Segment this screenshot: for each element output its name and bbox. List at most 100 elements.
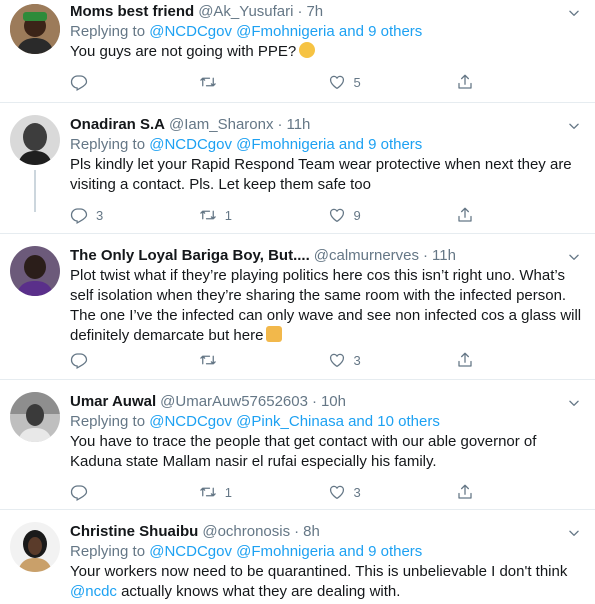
separator: · [311, 393, 317, 410]
author-handle[interactable]: @UmarAuw57652603 [160, 392, 308, 412]
share-icon [456, 351, 474, 369]
avatar[interactable] [10, 4, 60, 54]
reply-prefix: Replying to [70, 23, 146, 40]
mention-link[interactable]: @ncdc [70, 583, 117, 600]
like-icon [328, 73, 346, 91]
reply-context: Replying to @NCDCgov @Fmohnigeria and 9 … [70, 135, 585, 155]
share-button[interactable] [456, 483, 585, 501]
tweet-text-line: Your workers now need to be quarantined.… [70, 563, 568, 580]
others-link[interactable]: and 10 others [348, 413, 440, 430]
share-icon [456, 206, 474, 224]
tweet[interactable]: Onadiran S.A @Iam_Sharonx · 11h Replying… [0, 103, 595, 234]
reply-icon [70, 73, 88, 91]
reply-button[interactable]: 3 [70, 206, 199, 224]
tweet-text-line: Kaduna state Mallam nasir el rufai espec… [70, 453, 437, 470]
timestamp[interactable]: 11h [432, 246, 456, 266]
tweet-text: Your workers now need to be quarantined.… [70, 562, 585, 602]
retweet-icon [199, 483, 217, 501]
others-link[interactable]: and 9 others [339, 136, 422, 153]
like-icon [328, 483, 346, 501]
tweet-text-line: Pls kindly let your Rapid Respond Team w… [70, 156, 572, 173]
like-button[interactable]: 5 [328, 73, 457, 91]
reply-context: Replying to @NCDCgov @Fmohnigeria and 9 … [70, 542, 585, 562]
tweet-timeline: Moms best friend @Ak_Yusufari · 7h Reply… [0, 0, 595, 604]
like-count: 3 [353, 484, 361, 500]
tweet[interactable]: Christine Shuaibu @ochronosis · 8h Reply… [0, 510, 595, 604]
like-button[interactable]: 3 [328, 351, 457, 369]
tweet-actions: 3 [70, 350, 585, 370]
chevron-down-icon[interactable] [567, 396, 581, 410]
timestamp[interactable]: 10h [321, 392, 346, 412]
like-count: 9 [353, 207, 361, 223]
reply-prefix: Replying to [70, 136, 146, 153]
retweet-button[interactable]: 1 [199, 483, 328, 501]
retweet-icon [199, 351, 217, 369]
author-name[interactable]: Onadiran S.A [70, 115, 165, 135]
author-handle[interactable]: @calmurnerves [314, 246, 419, 266]
timestamp[interactable]: 7h [306, 2, 323, 22]
like-count: 5 [353, 74, 361, 90]
share-icon [456, 483, 474, 501]
timestamp[interactable]: 11h [286, 115, 310, 135]
tweet[interactable]: The Only Loyal Bariga Boy, But.... @calm… [0, 234, 595, 380]
tweet[interactable]: Umar Auwal @UmarAuw57652603 · 10h Replyi… [0, 380, 595, 510]
tweet-text: You guys are not going with PPE? [70, 42, 585, 62]
author-name[interactable]: The Only Loyal Bariga Boy, But.... [70, 246, 310, 266]
reply-icon [70, 351, 88, 369]
reply-button[interactable] [70, 483, 199, 501]
author-name[interactable]: Umar Auwal [70, 392, 156, 412]
timestamp[interactable]: 8h [303, 522, 320, 542]
like-button[interactable]: 3 [328, 483, 457, 501]
author-handle[interactable]: @Ak_Yusufari [198, 2, 293, 22]
separator: · [423, 247, 429, 264]
separator: · [297, 3, 303, 20]
avatar[interactable] [10, 392, 60, 442]
mention-links[interactable]: @NCDCgov @Fmohnigeria [149, 543, 335, 560]
author-handle[interactable]: @Iam_Sharonx [169, 115, 273, 135]
share-button[interactable] [456, 351, 585, 369]
others-link[interactable]: and 9 others [339, 23, 422, 40]
chevron-down-icon[interactable] [567, 250, 581, 264]
chevron-down-icon[interactable] [567, 6, 581, 20]
tweet[interactable]: Moms best friend @Ak_Yusufari · 7h Reply… [0, 0, 595, 103]
reply-button[interactable] [70, 351, 199, 369]
tweet-text: Plot twist what if they’re playing polit… [70, 266, 585, 346]
tweet-text-line: actually knows what they are dealing wit… [116, 583, 401, 600]
author-name[interactable]: Christine Shuaibu [70, 522, 198, 542]
retweet-button[interactable]: 1 [199, 206, 328, 224]
separator: · [277, 116, 283, 133]
tweet-actions: 5 [70, 72, 585, 92]
reply-prefix: Replying to [70, 413, 146, 430]
retweet-button[interactable] [199, 351, 328, 369]
share-button[interactable] [456, 73, 585, 91]
avatar[interactable] [10, 522, 60, 572]
avatar[interactable] [10, 246, 60, 296]
reply-context: Replying to @NCDCgov @Fmohnigeria and 9 … [70, 22, 585, 42]
avatar[interactable] [10, 115, 60, 165]
shrug-emoji [266, 326, 283, 342]
retweet-count: 1 [224, 484, 232, 500]
tweet-text-line: self isolation when they’re sharing the … [70, 287, 567, 304]
mention-links[interactable]: @NCDCgov @Fmohnigeria [149, 136, 335, 153]
share-button[interactable] [456, 206, 585, 224]
reply-button[interactable] [70, 73, 199, 91]
retweet-count: 1 [224, 207, 232, 223]
like-button[interactable]: 9 [328, 206, 457, 224]
author-handle[interactable]: @ochronosis [202, 522, 290, 542]
like-icon [328, 206, 346, 224]
chevron-down-icon[interactable] [567, 526, 581, 540]
mention-links[interactable]: @NCDCgov @Fmohnigeria [149, 23, 335, 40]
like-count: 3 [353, 352, 361, 368]
others-link[interactable]: and 9 others [339, 543, 422, 560]
author-name[interactable]: Moms best friend [70, 2, 194, 22]
mention-links[interactable]: @NCDCgov @Pink_Chinasa [149, 413, 344, 430]
like-icon [328, 351, 346, 369]
tweet-text-line: You guys are not going with PPE? [70, 43, 297, 60]
tweet-text-line: visiting a contact. Pls. Let keep them s… [70, 176, 371, 193]
tweet-text: Pls kindly let your Rapid Respond Team w… [70, 155, 585, 195]
chevron-down-icon[interactable] [567, 119, 581, 133]
tweet-actions: 3 1 9 [70, 205, 585, 225]
reply-icon [70, 483, 88, 501]
share-icon [456, 73, 474, 91]
retweet-button[interactable] [199, 73, 328, 91]
